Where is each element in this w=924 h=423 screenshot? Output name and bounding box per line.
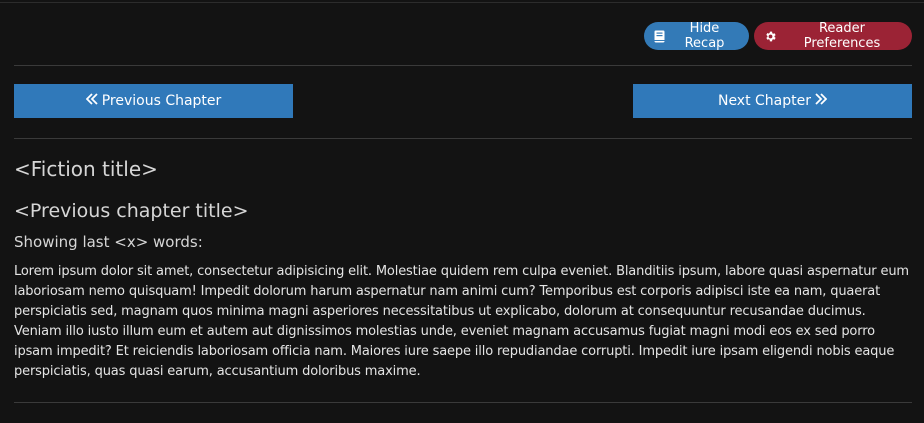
- book-icon: [654, 30, 665, 43]
- reader-preferences-label: Reader Preferences: [803, 21, 881, 51]
- previous-chapter-title: <Previous chapter title>: [14, 200, 249, 222]
- divider: [14, 402, 912, 403]
- hide-recap-button[interactable]: Hide Recap: [644, 21, 749, 51]
- previous-chapter-label: Previous Chapter: [101, 93, 222, 109]
- reader-preferences-button[interactable]: Reader Preferences: [754, 21, 912, 51]
- gear-icon: [764, 30, 777, 43]
- hide-recap-label: Hide Recap: [684, 21, 725, 51]
- words-count-note: Showing last <x> words:: [14, 233, 203, 251]
- recap-toolbar: Hide Recap Reader Preferences: [644, 21, 912, 51]
- double-chevron-left-icon: [85, 93, 98, 109]
- previous-chapter-button[interactable]: Previous Chapter: [14, 84, 293, 118]
- next-chapter-button[interactable]: Next Chapter: [633, 84, 912, 118]
- double-chevron-right-icon: [815, 93, 828, 109]
- recap-text: Lorem ipsum dolor sit amet, consectetur …: [14, 264, 909, 379]
- recap-page: Hide Recap Reader Preferences Previous C…: [0, 0, 924, 423]
- next-chapter-label: Next Chapter: [717, 93, 812, 109]
- divider: [14, 138, 912, 139]
- top-divider: [0, 2, 924, 3]
- fiction-title: <Fiction title>: [14, 157, 158, 181]
- divider: [14, 65, 912, 66]
